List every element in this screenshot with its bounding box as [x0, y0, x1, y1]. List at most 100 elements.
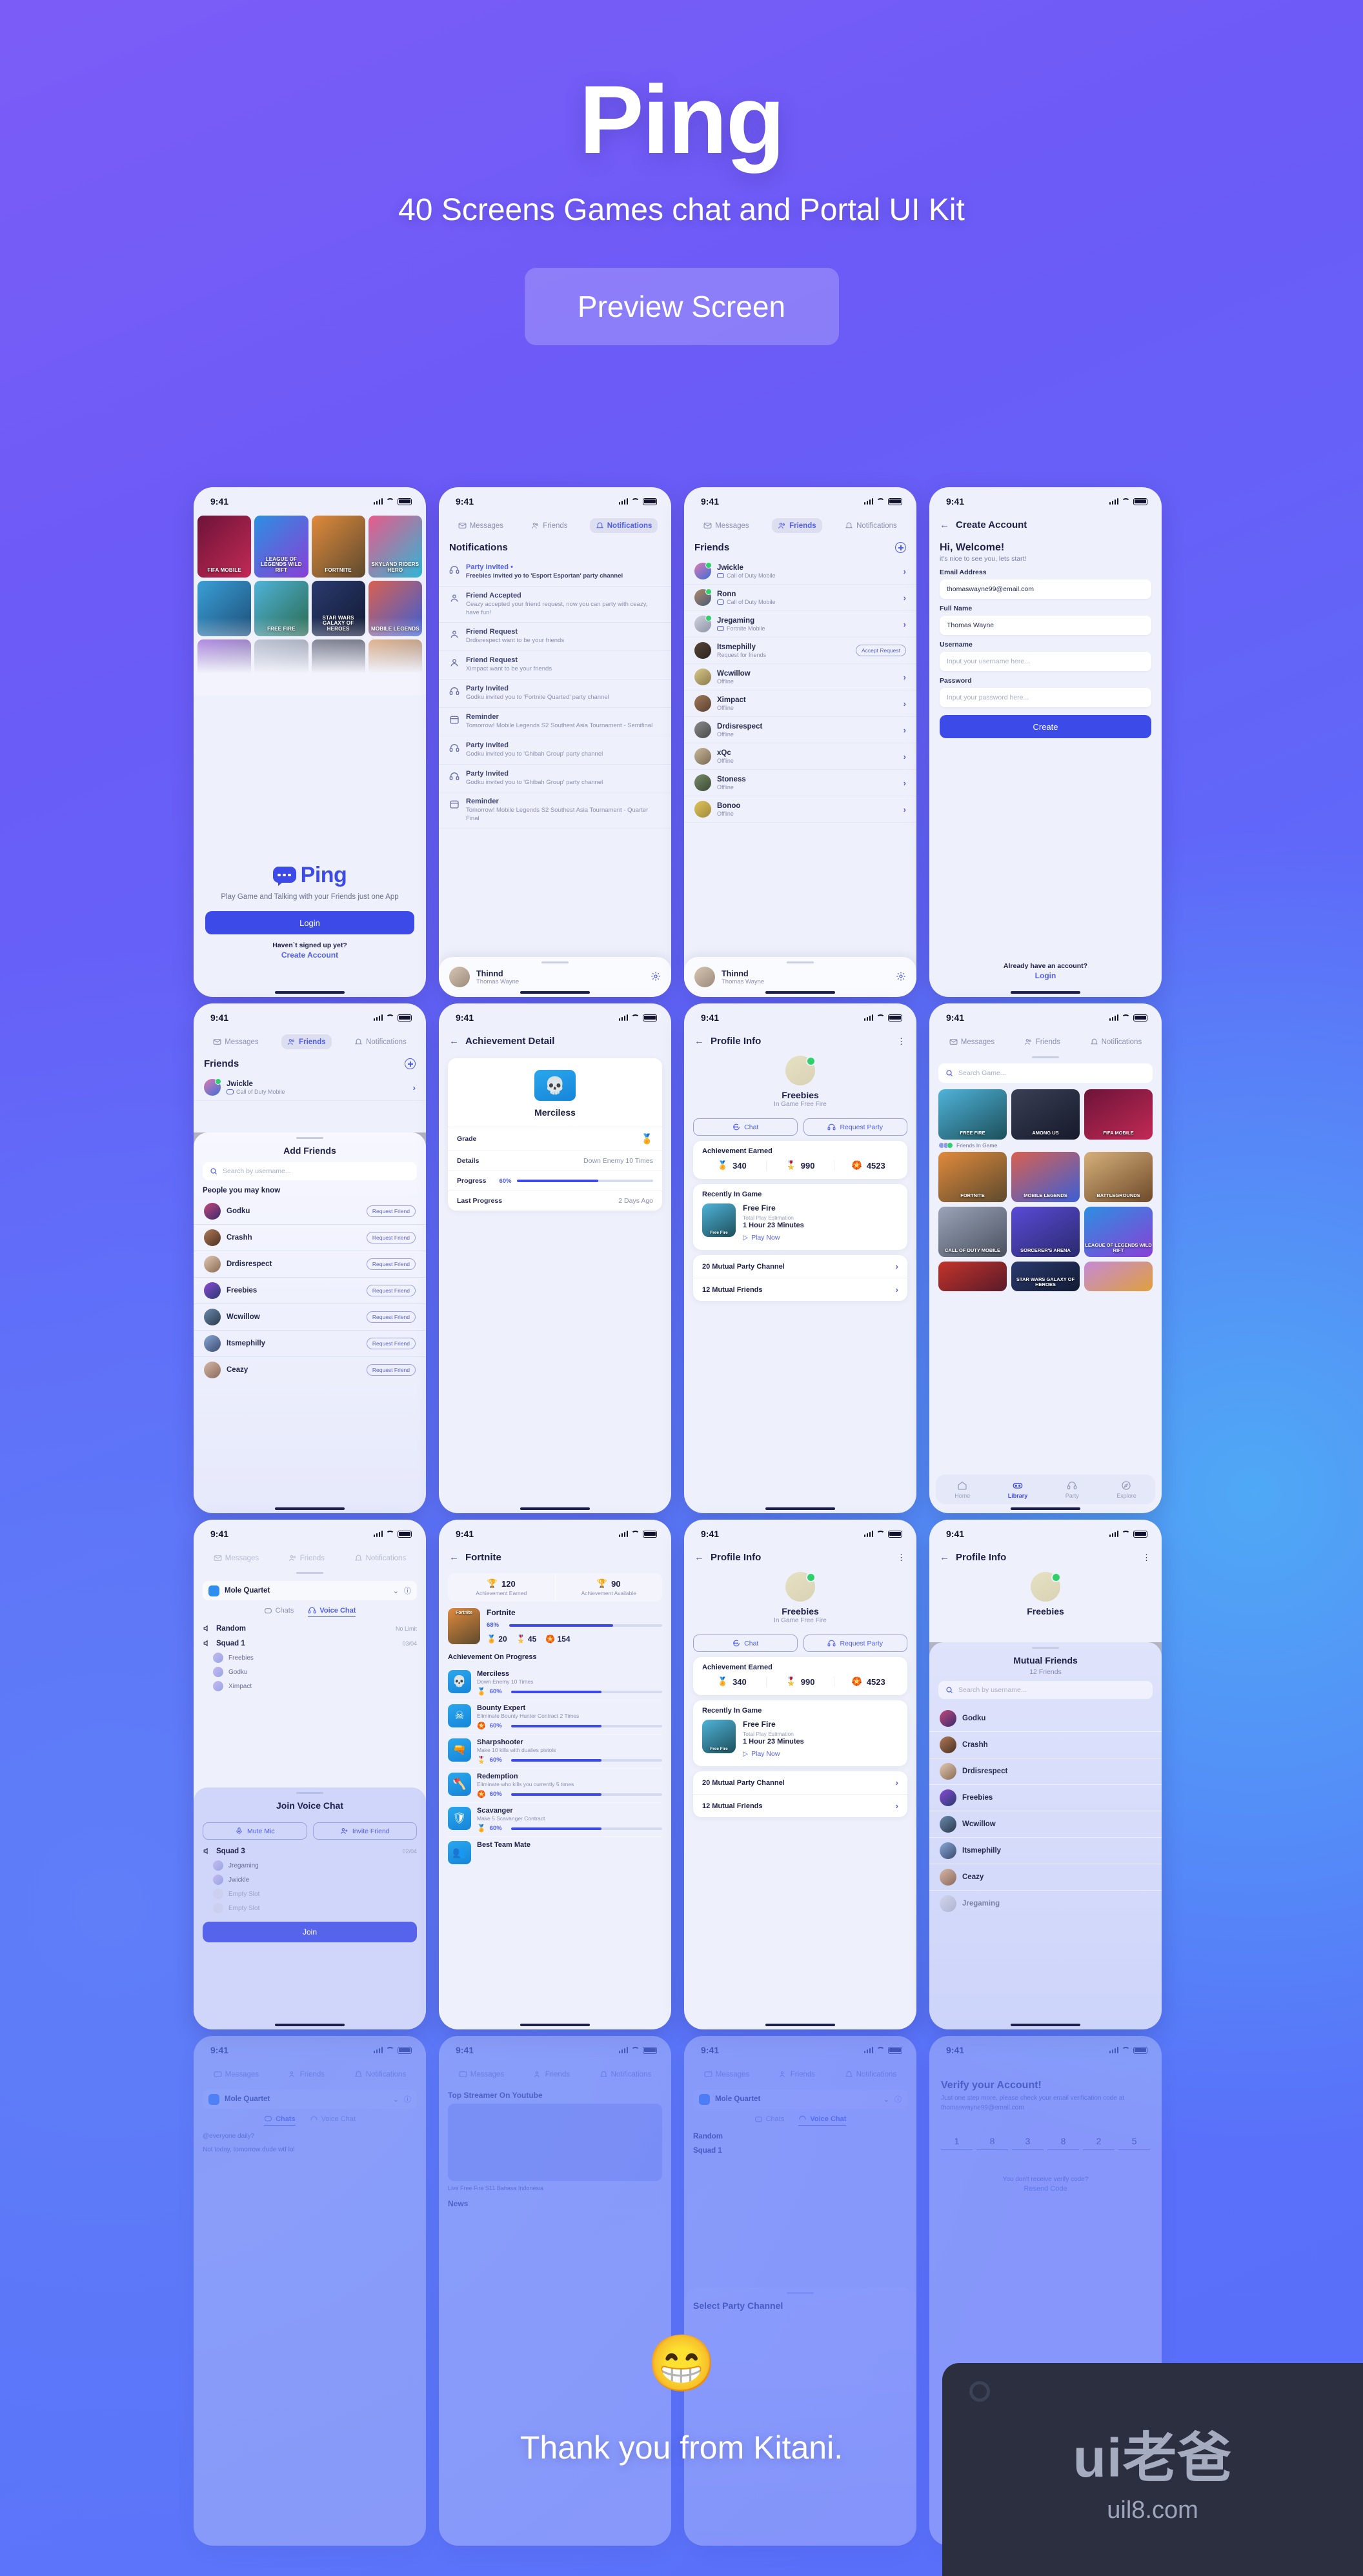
info-icon[interactable]: ⓘ: [404, 2094, 411, 2104]
achievement-row[interactable]: 🛡 Scavanger Make 5 Scavanger Contract 🏅 6…: [448, 1803, 662, 1837]
drag-handle[interactable]: [1032, 1647, 1059, 1649]
notification-item[interactable]: Reminder Tomorrow! Mobile Legends S2 Sou…: [439, 792, 671, 829]
mutual-party-link[interactable]: 20 Mutual Party Channel ›: [693, 1771, 907, 1794]
voice-channel-row[interactable]: Squad 1 03/04: [194, 1636, 426, 1651]
friend-row[interactable]: Itsmephilly Request for friends Accept R…: [684, 638, 916, 664]
game-card[interactable]: AMONG US: [1011, 1089, 1080, 1140]
tab-notifications[interactable]: Notifications: [348, 1551, 412, 1565]
game-tile[interactable]: FIFA MOBILE: [197, 516, 252, 578]
request-friend-button[interactable]: Request Friend: [366, 1205, 416, 1217]
person-row[interactable]: Itsmephilly Request Friend: [194, 1331, 426, 1357]
join-button[interactable]: Join: [203, 1922, 417, 1942]
code-digit[interactable]: 1: [941, 2136, 973, 2150]
tab-messages[interactable]: Messages: [698, 518, 754, 533]
channel-selector[interactable]: Mole Quartet ⌄ ⓘ: [203, 2089, 417, 2109]
back-arrow-icon[interactable]: ←: [694, 1552, 704, 1563]
tab-notifications[interactable]: Notifications: [839, 2067, 903, 2082]
search-input[interactable]: Search by username...: [203, 1162, 417, 1180]
screen-streamer-faded[interactable]: 9:41 Messages Friends Notifications Top …: [439, 2036, 671, 2546]
request-friend-button[interactable]: Request Friend: [366, 1258, 416, 1270]
game-tile[interactable]: LEAGUE OF LEGENDS WILD RIFT: [254, 516, 308, 578]
request-friend-button[interactable]: Request Friend: [366, 1338, 416, 1349]
game-tile[interactable]: FREE FIRE: [254, 581, 308, 636]
screen-voice-chat[interactable]: 9:41 Messages Friends Notifications Mole…: [194, 1520, 426, 2029]
friend-row[interactable]: Jwickle Call of Duty Mobile ›: [684, 558, 916, 585]
person-row[interactable]: Jregaming: [929, 1891, 1162, 1917]
tab-friends[interactable]: Friends: [283, 1551, 330, 1565]
voice-channel-row[interactable]: Squad 3 02/04: [194, 1844, 426, 1858]
drag-handle[interactable]: [787, 2292, 814, 2294]
preview-screen-button[interactable]: Preview Screen: [524, 268, 839, 345]
tab-notifications[interactable]: Notifications: [839, 518, 903, 533]
request-party-button[interactable]: Request Party: [803, 1635, 907, 1652]
game-tile[interactable]: FORTNITE: [311, 516, 365, 578]
game-tile[interactable]: STAR WARS GALAXY OF HEROES: [311, 581, 365, 636]
kebab-menu-icon[interactable]: ⋮: [1142, 1553, 1151, 1562]
info-icon[interactable]: ⓘ: [894, 2094, 902, 2104]
friend-row[interactable]: Jregaming Fortnite Mobile ›: [684, 611, 916, 638]
achievement-row[interactable]: 🔫 Sharpshooter Make 10 kills with dualie…: [448, 1735, 662, 1769]
tab-messages[interactable]: Messages: [698, 2067, 755, 2082]
chevron-down-icon[interactable]: ⌄: [393, 1587, 399, 1595]
chevron-right-icon[interactable]: ›: [413, 1083, 416, 1092]
drag-handle[interactable]: [296, 1572, 323, 1574]
request-friend-button[interactable]: Request Friend: [366, 1364, 416, 1376]
tab-notifications[interactable]: Notifications: [589, 518, 658, 533]
accept-request-button[interactable]: Accept Request: [855, 645, 906, 656]
friend-row[interactable]: xQc Offline ›: [684, 743, 916, 770]
game-card[interactable]: LEAGUE OF LEGENDS WILD RIFT: [1084, 1207, 1153, 1257]
chat-button[interactable]: Chat: [693, 1118, 798, 1136]
chevron-right-icon[interactable]: ›: [904, 567, 906, 576]
tab-friends[interactable]: Friends: [283, 2067, 330, 2082]
screen-create-account[interactable]: 9:41 ← Create Account Hi, Welcome! it's …: [929, 487, 1162, 997]
subtab-chats[interactable]: Chats: [264, 1607, 294, 1617]
tab-friends[interactable]: Friends: [281, 1034, 332, 1049]
chevron-right-icon[interactable]: ›: [904, 619, 906, 629]
voice-channel-row[interactable]: Squad 1: [684, 2144, 916, 2158]
tab-notifications[interactable]: Notifications: [348, 2067, 412, 2082]
friend-row[interactable]: Ximpact Offline ›: [684, 690, 916, 717]
drag-handle[interactable]: [296, 1792, 323, 1794]
fullname-field[interactable]: [940, 616, 1151, 635]
achievement-row[interactable]: 👥 Best Team Mate: [448, 1837, 662, 1868]
create-button[interactable]: Create: [940, 715, 1151, 738]
notification-item[interactable]: Reminder Tomorrow! Mobile Legends S2 Sou…: [439, 708, 671, 736]
chevron-right-icon[interactable]: ›: [904, 672, 906, 682]
game-card[interactable]: CALL OF DUTY MOBILE: [938, 1207, 1007, 1257]
notification-item[interactable]: Friend Accepted Ceazy accepted your frie…: [439, 587, 671, 623]
person-row[interactable]: Freebies Request Friend: [194, 1278, 426, 1304]
drag-handle[interactable]: [1032, 1056, 1059, 1058]
game-tile[interactable]: MOBILE LEGENDS: [368, 581, 422, 636]
game-card[interactable]: FIFA MOBILE: [1084, 1089, 1153, 1140]
request-friend-button[interactable]: Request Friend: [366, 1285, 416, 1296]
game-tile[interactable]: LEGENDS: [197, 639, 252, 695]
friend-row[interactable]: Bonoo Offline ›: [684, 796, 916, 823]
channel-selector[interactable]: Mole Quartet ⌄ ⓘ: [693, 2089, 907, 2109]
person-row[interactable]: Itsmephilly: [929, 1838, 1162, 1864]
game-card[interactable]: FORTNITE: [938, 1152, 1007, 1202]
person-row[interactable]: Wcwillow Request Friend: [194, 1304, 426, 1331]
play-now-button[interactable]: ▷ Play Now: [743, 1234, 804, 1242]
tab-friends[interactable]: Friends: [525, 518, 573, 533]
screen-fortnite-achievements[interactable]: 9:41 ← Fortnite 🏆 120 Achievement Earned …: [439, 1520, 671, 2029]
tab-friends[interactable]: Friends: [1018, 1034, 1066, 1049]
tab-notifications[interactable]: Notifications: [1084, 1034, 1148, 1049]
kebab-menu-icon[interactable]: ⋮: [897, 1037, 906, 1045]
chevron-right-icon[interactable]: ›: [904, 805, 906, 814]
info-icon[interactable]: ⓘ: [404, 1585, 411, 1596]
friend-row[interactable]: Ronn Call of Duty Mobile ›: [684, 585, 916, 611]
person-row[interactable]: Drdisrespect: [929, 1758, 1162, 1785]
username-field[interactable]: [940, 652, 1151, 671]
email-field[interactable]: [940, 579, 1151, 599]
channel-selector[interactable]: Mole Quartet ⌄ ⓘ: [203, 1581, 417, 1600]
chevron-down-icon[interactable]: ⌄: [883, 2095, 889, 2104]
tab-messages[interactable]: Messages: [208, 2067, 265, 2082]
game-card[interactable]: SORCERER'S ARENA: [1011, 1207, 1080, 1257]
achievement-row[interactable]: ☠ Bounty Expert Eliminate Bounty Hunter …: [448, 1700, 662, 1735]
subtab-chats[interactable]: Chats: [264, 2115, 296, 2126]
chevron-right-icon[interactable]: ›: [904, 778, 906, 788]
screen-profile-info[interactable]: 9:41 ← Profile Info ⋮ Freebies In Game F…: [684, 1003, 916, 1513]
screen-friends[interactable]: 9:41 Messages Friends Notifications Frie: [684, 487, 916, 997]
game-card[interactable]: BATTLEGROUNDS: [1084, 1152, 1153, 1202]
tab-home[interactable]: Home: [954, 1480, 970, 1499]
